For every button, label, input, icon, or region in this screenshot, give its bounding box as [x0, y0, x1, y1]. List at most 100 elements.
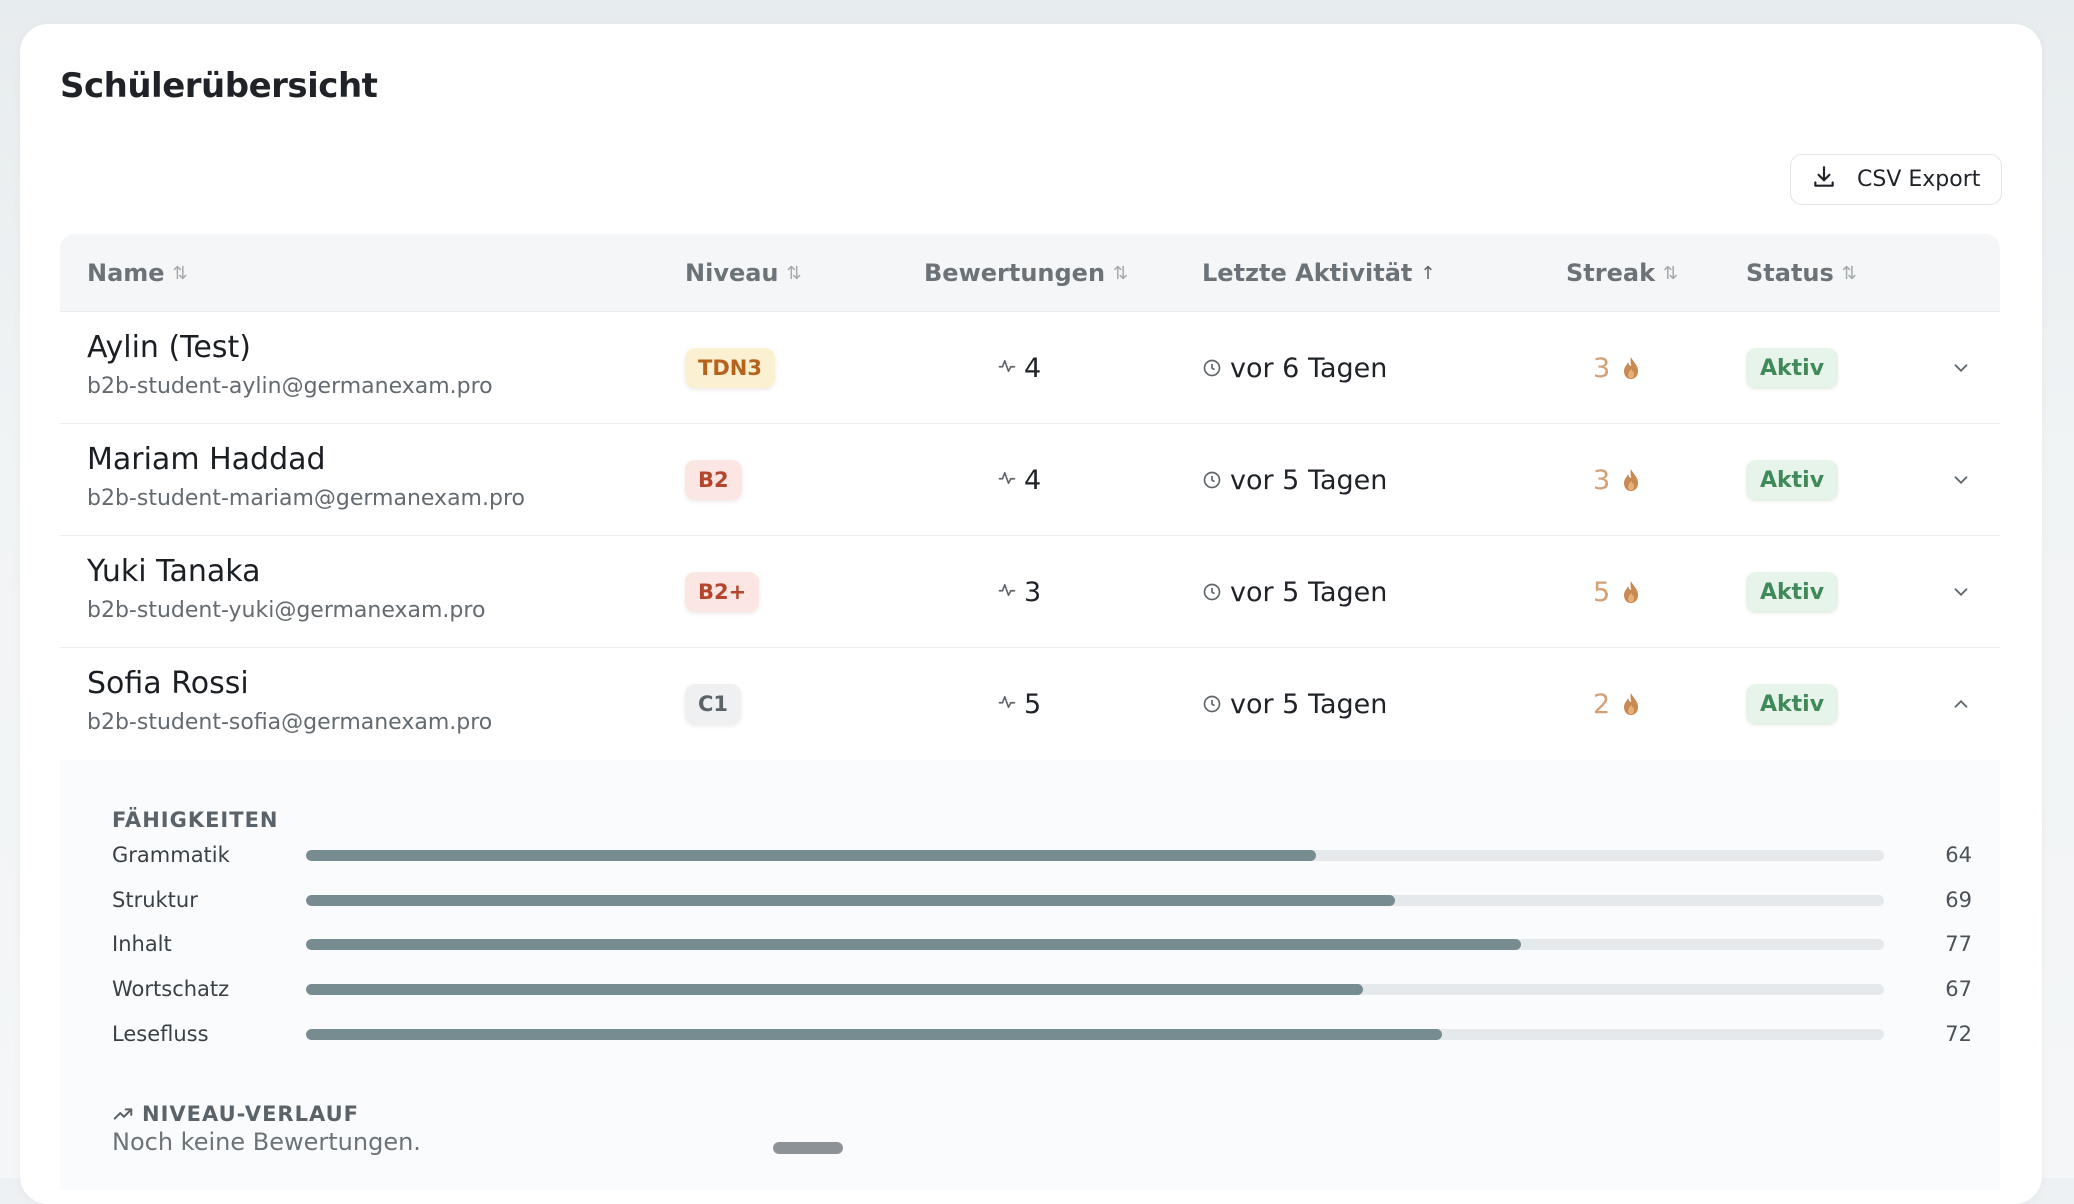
- skill-progress-fill: [306, 939, 1521, 950]
- ratings-count: 4: [1024, 465, 1041, 496]
- status-badge: Aktiv: [1746, 684, 1838, 725]
- student-details-panel: FÄHIGKEITEN Grammatik 64 Struktur 69 Inh…: [60, 760, 2000, 1190]
- table-row[interactable]: Sofia Rossi b2b-student-sofia@germanexam…: [60, 648, 2000, 760]
- streak-cell: 5: [1593, 536, 1642, 648]
- table-row[interactable]: Mariam Haddad b2b-student-mariam@germane…: [60, 424, 2000, 536]
- status-cell: Aktiv: [1746, 648, 1838, 760]
- streak-count: 3: [1593, 465, 1610, 496]
- header-label-ratings: Bewertungen: [924, 259, 1105, 287]
- streak-count: 2: [1593, 689, 1610, 720]
- level-cell: B2+: [685, 536, 759, 648]
- clock-icon: [1202, 470, 1222, 490]
- skills-title: FÄHIGKEITEN: [112, 808, 279, 832]
- table-row[interactable]: Aylin (Test) b2b-student-aylin@germanexa…: [60, 312, 2000, 424]
- flame-icon: [1620, 691, 1642, 717]
- skill-progress-fill: [306, 895, 1395, 906]
- level-badge: TDN3: [685, 348, 775, 388]
- skill-row: Struktur 69: [112, 885, 1972, 915]
- status-cell: Aktiv: [1746, 536, 1838, 648]
- ratings-count: 5: [1024, 689, 1041, 720]
- skill-row: Lesefluss 72: [112, 1019, 1972, 1049]
- flame-icon: [1620, 355, 1642, 381]
- skill-label: Grammatik: [112, 843, 306, 867]
- scroll-handle[interactable]: [773, 1142, 843, 1154]
- student-name: Sofia Rossi: [87, 666, 249, 702]
- expand-row-button[interactable]: [1950, 424, 1972, 536]
- skill-progress-track: [306, 939, 1884, 950]
- ratings-count: 4: [1024, 353, 1041, 384]
- download-icon: [1811, 164, 1837, 196]
- sort-ascending-icon: ↑: [1420, 263, 1435, 284]
- streak-count: 3: [1593, 353, 1610, 384]
- student-cell: Mariam Haddad b2b-student-mariam@germane…: [87, 442, 525, 516]
- student-name: Mariam Haddad: [87, 442, 326, 478]
- status-badge: Aktiv: [1746, 572, 1838, 613]
- level-cell: TDN3: [685, 312, 775, 424]
- sort-icon: ⇅: [1663, 263, 1678, 284]
- ratings-count: 3: [1024, 577, 1041, 608]
- skill-label: Struktur: [112, 888, 306, 912]
- clock-icon: [1202, 694, 1222, 714]
- skill-value: 77: [1884, 932, 1972, 956]
- status-cell: Aktiv: [1746, 424, 1838, 536]
- flame-icon: [1620, 579, 1642, 605]
- skill-value: 64: [1884, 843, 1972, 867]
- header-label-level: Niveau: [685, 259, 779, 287]
- skill-label: Wortschatz: [112, 977, 306, 1001]
- student-email: b2b-student-aylin@germanexam.pro: [87, 370, 493, 404]
- ratings-cell: 3: [998, 536, 1041, 648]
- student-email: b2b-student-yuki@germanexam.pro: [87, 594, 485, 628]
- page-title: Schülerübersicht: [60, 66, 377, 106]
- student-name: Yuki Tanaka: [87, 554, 261, 590]
- skill-progress-fill: [306, 984, 1363, 995]
- pulse-icon: [998, 468, 1016, 493]
- column-header-status[interactable]: Status ⇅: [1746, 234, 1857, 312]
- collapse-row-button[interactable]: [1950, 648, 1972, 760]
- streak-cell: 2: [1593, 648, 1642, 760]
- status-badge: Aktiv: [1746, 348, 1838, 389]
- flame-icon: [1620, 467, 1642, 493]
- expand-row-button[interactable]: [1950, 536, 1972, 648]
- clock-icon: [1202, 582, 1222, 602]
- column-header-activity[interactable]: Letzte Aktivität ↑: [1202, 234, 1435, 312]
- skill-row: Wortschatz 67: [112, 974, 1972, 1004]
- student-name: Aylin (Test): [87, 330, 251, 366]
- activity-cell: vor 6 Tagen: [1202, 312, 1387, 424]
- skill-label: Lesefluss: [112, 1022, 306, 1046]
- table-row[interactable]: Yuki Tanaka b2b-student-yuki@germanexam.…: [60, 536, 2000, 648]
- skill-label: Inhalt: [112, 932, 306, 956]
- header-label-name: Name: [87, 259, 165, 287]
- activity-text: vor 5 Tagen: [1230, 577, 1387, 608]
- column-header-streak[interactable]: Streak ⇅: [1566, 234, 1678, 312]
- streak-cell: 3: [1593, 424, 1642, 536]
- pulse-icon: [998, 692, 1016, 717]
- csv-export-button[interactable]: CSV Export: [1790, 154, 2002, 205]
- status-badge: Aktiv: [1746, 460, 1838, 501]
- table-header: Name ⇅ Niveau ⇅ Bewertungen ⇅ Letzte Akt…: [60, 234, 2000, 312]
- student-email: b2b-student-sofia@germanexam.pro: [87, 706, 492, 740]
- chevron-down-icon: [1950, 469, 1972, 491]
- column-header-name[interactable]: Name ⇅: [87, 234, 188, 312]
- level-cell: B2: [685, 424, 742, 536]
- trend-up-icon: [112, 1103, 134, 1125]
- activity-text: vor 5 Tagen: [1230, 689, 1387, 720]
- ratings-cell: 4: [998, 312, 1041, 424]
- history-empty-text: Noch keine Bewertungen.: [112, 1128, 421, 1156]
- skill-progress-track: [306, 850, 1884, 861]
- history-title: NIVEAU-VERLAUF: [142, 1102, 359, 1126]
- streak-count: 5: [1593, 577, 1610, 608]
- header-label-activity: Letzte Aktivität: [1202, 259, 1412, 287]
- chevron-down-icon: [1950, 357, 1972, 379]
- pulse-icon: [998, 356, 1016, 381]
- column-header-ratings[interactable]: Bewertungen ⇅: [924, 234, 1128, 312]
- column-header-level[interactable]: Niveau ⇅: [685, 234, 802, 312]
- skill-progress-track: [306, 984, 1884, 995]
- student-cell: Sofia Rossi b2b-student-sofia@germanexam…: [87, 666, 492, 740]
- expand-row-button[interactable]: [1950, 312, 1972, 424]
- student-cell: Yuki Tanaka b2b-student-yuki@germanexam.…: [87, 554, 485, 628]
- chevron-down-icon: [1950, 581, 1972, 603]
- pulse-icon: [998, 580, 1016, 605]
- activity-cell: vor 5 Tagen: [1202, 424, 1387, 536]
- activity-text: vor 6 Tagen: [1230, 353, 1387, 384]
- student-email: b2b-student-mariam@germanexam.pro: [87, 482, 525, 516]
